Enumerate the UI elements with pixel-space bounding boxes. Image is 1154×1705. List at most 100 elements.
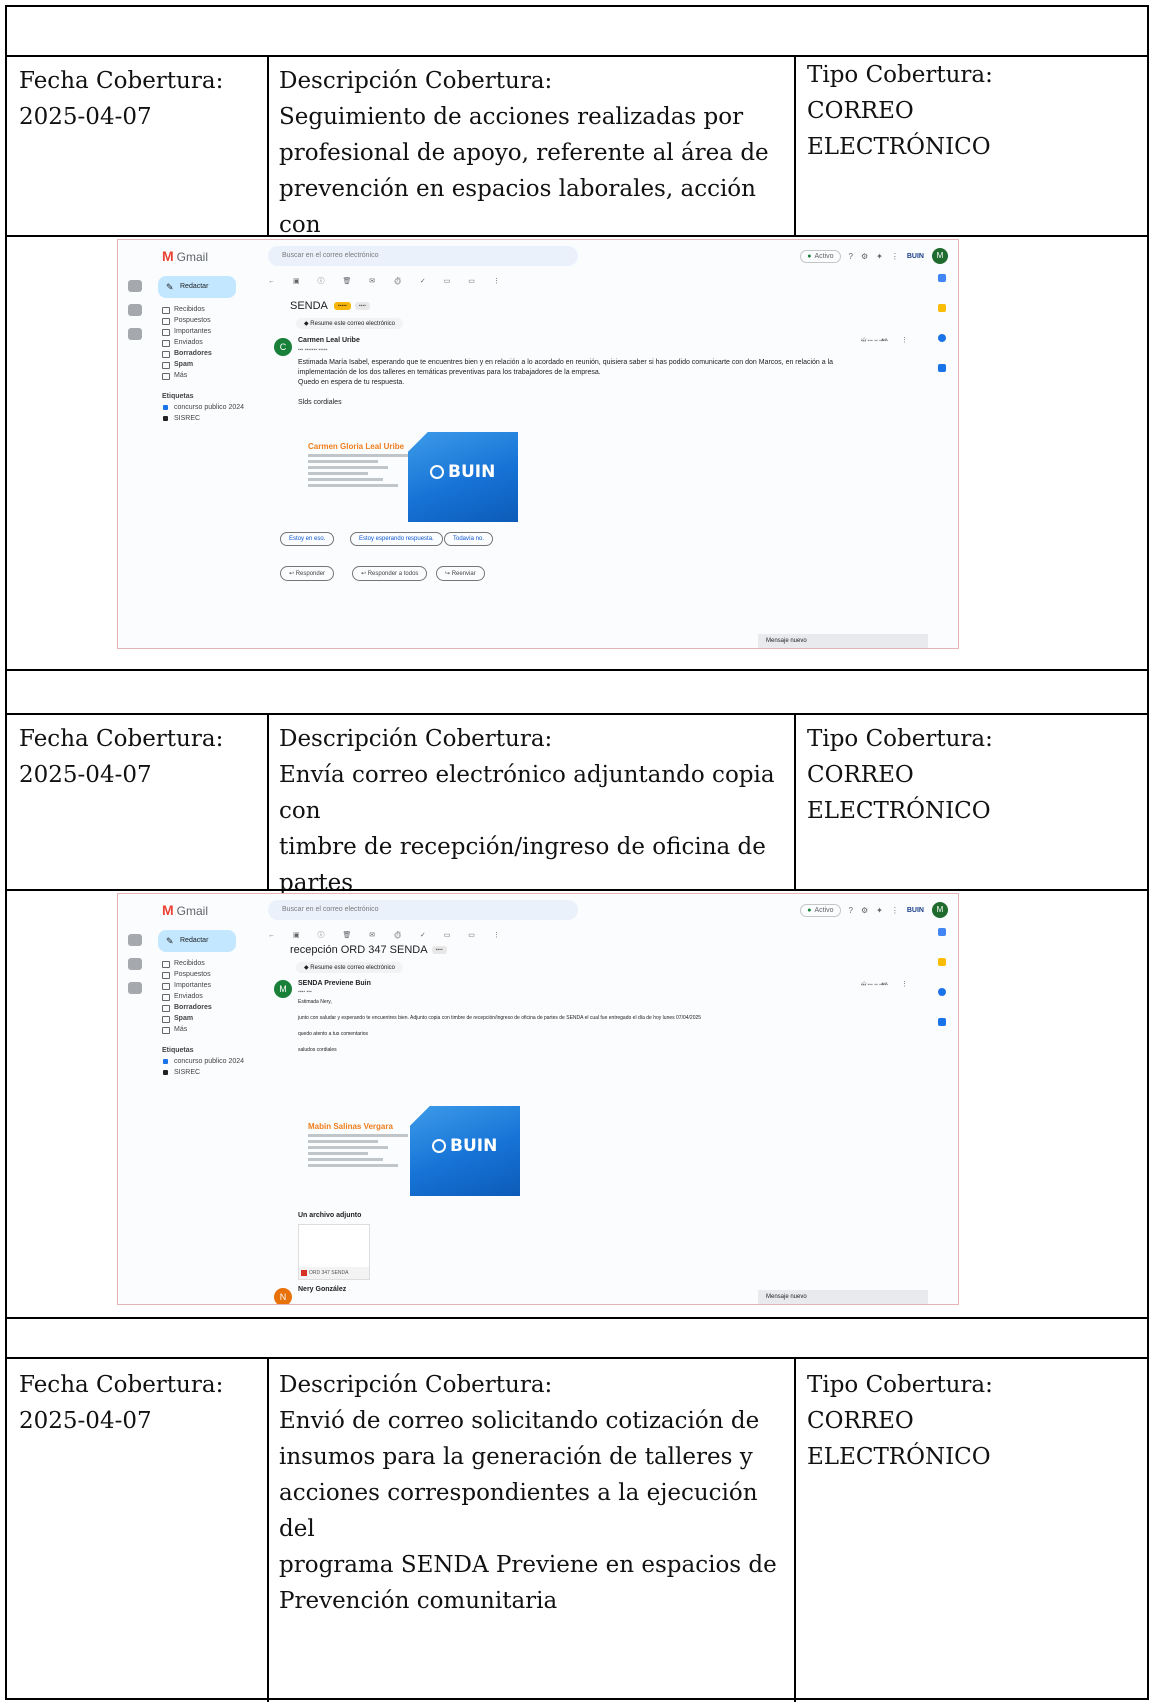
forward-button[interactable]: ↪ Reenviar — [436, 566, 485, 581]
keep-icon[interactable] — [938, 304, 946, 312]
search-input[interactable]: Buscar en el correo electrónico — [268, 246, 578, 266]
label-item[interactable]: concurso publico 2024 — [158, 1056, 268, 1067]
fecha-cell: Fecha Cobertura: 2025-04-07 — [19, 721, 259, 793]
forward-label: Reenviar — [451, 571, 476, 577]
nav-item[interactable]: Más — [158, 1024, 268, 1035]
email-body: Estimada María Isabel, esperando que te … — [298, 359, 834, 406]
label-item[interactable]: SISREC — [158, 1067, 268, 1078]
compose-button[interactable]: Redactar — [158, 930, 236, 952]
sender-name: SENDA Previene Buin — [298, 980, 371, 987]
calendar-icon[interactable] — [938, 274, 946, 282]
apps-icon[interactable]: ⋮ — [891, 252, 899, 261]
tipo-cell: Tipo Cobertura: CORREO ELECTRÓNICO — [807, 57, 1137, 165]
compose-button[interactable]: Redactar — [158, 276, 236, 298]
tasks-icon[interactable] — [938, 988, 946, 996]
attachment-card[interactable]: ORD 347 SENDA — [298, 1224, 370, 1280]
tipo-cell: Tipo Cobertura: CORREO ELECTRÓNICO — [807, 721, 1137, 829]
descripcion-value: Envió de correo solicitando cotización d… — [279, 1408, 777, 1614]
label-item[interactable]: SISREC — [158, 413, 268, 424]
meet-icon — [128, 328, 142, 340]
mail-icon — [128, 934, 142, 946]
status-button[interactable]: Activo — [800, 249, 841, 263]
sender-avatar: C — [274, 338, 292, 356]
status-button[interactable]: Activo — [800, 903, 841, 917]
buin-text: BUIN — [432, 1136, 497, 1156]
summary-button[interactable]: Resume este correo electrónico — [296, 318, 403, 329]
gear-icon[interactable]: ⚙ — [861, 252, 868, 261]
reply-label: Responder — [295, 571, 326, 577]
tipo-label: Tipo Cobertura: — [807, 1372, 993, 1398]
row-divider — [7, 1317, 1147, 1319]
reply-button[interactable]: ↩ Responder — [280, 566, 335, 581]
tasks-icon[interactable] — [938, 334, 946, 342]
nav-item[interactable]: Recibidos — [158, 304, 268, 315]
help-icon[interactable]: ? — [849, 252, 853, 261]
top-right-bar: Activo ? ⚙ ✦ ⋮ BUIN M — [800, 900, 948, 920]
nav-item[interactable]: Importantes — [158, 980, 268, 991]
email-body: Estimada Nery, junto con saludar y esper… — [298, 999, 702, 1053]
nav-item[interactable]: Enviados — [158, 337, 268, 348]
nav-item[interactable]: Pospuestos — [158, 315, 268, 326]
org-logo: BUIN — [906, 906, 924, 914]
gmail-screenshot-2: MGmail Buscar en el correo electrónico A… — [117, 893, 959, 1305]
signature-details — [308, 1134, 408, 1170]
gmail-logo[interactable]: M Gmail — [162, 248, 208, 264]
nav-item[interactable]: Spam — [158, 1013, 268, 1024]
calendar-icon[interactable] — [938, 928, 946, 936]
new-message-bar[interactable]: Mensaje nuevo — [758, 634, 928, 648]
nav-item[interactable]: Importantes — [158, 326, 268, 337]
tipo-value: CORREO ELECTRÓNICO — [807, 98, 991, 160]
row-divider — [7, 235, 1147, 237]
apps-icon[interactable]: ⋮ — [891, 906, 899, 915]
nav-item[interactable]: Pospuestos — [158, 969, 268, 980]
nav-item[interactable]: Spam — [158, 359, 268, 370]
gear-icon[interactable]: ⚙ — [861, 906, 868, 915]
row-divider — [7, 713, 1147, 715]
tag-badge: ▪▪▪▪▪ — [333, 302, 351, 311]
fecha-value: 2025-04-07 — [19, 104, 152, 130]
row-divider — [7, 889, 1147, 891]
fecha-cell: Fecha Cobertura: 2025-04-07 — [19, 1367, 259, 1439]
smart-reply-chip[interactable]: Estoy esperando respuesta. — [350, 532, 443, 546]
help-icon[interactable]: ? — [849, 906, 853, 915]
gmail-nav: Recibidos Pospuestos Importantes Enviado… — [158, 958, 268, 1078]
tipo-value: CORREO ELECTRÓNICO — [807, 762, 991, 824]
nav-item[interactable]: Más — [158, 370, 268, 381]
tipo-cell: Tipo Cobertura: CORREO ELECTRÓNICO — [807, 1367, 1137, 1475]
smart-reply-chip[interactable]: Todavía no. — [444, 532, 494, 546]
gmail-logo[interactable]: M Gmail — [162, 902, 208, 918]
label-item[interactable]: concurso publico 2024 — [158, 402, 268, 413]
gemini-icon[interactable]: ✦ — [876, 906, 883, 915]
sender-name: Nery González — [298, 1286, 347, 1293]
new-message-bar[interactable]: Mensaje nuevo — [758, 1290, 928, 1304]
message-toolbar: ← ▣ ⓘ 🗑 ✉ ⏱ ✓ ▭ ▭ ⋮ — [268, 932, 508, 939]
gmail-screenshot-1: MGmail Buscar en el correo electrónico A… — [117, 239, 959, 649]
message-actions[interactable]: ☆ ↩ ⋮ — [861, 336, 914, 344]
nav-item[interactable]: Borradores — [158, 1002, 268, 1013]
column-divider — [267, 55, 269, 235]
smart-reply-chip[interactable]: Estoy en eso. — [280, 532, 335, 546]
keep-icon[interactable] — [938, 958, 946, 966]
account-avatar[interactable]: M — [932, 248, 948, 264]
search-input[interactable]: Buscar en el correo electrónico — [268, 900, 578, 920]
mail-icon — [128, 280, 142, 292]
subject-text: recepción ORD 347 SENDA — [290, 944, 428, 956]
nav-item[interactable]: Enviados — [158, 991, 268, 1002]
account-avatar[interactable]: M — [932, 902, 948, 918]
message-actions[interactable]: ☆ ↩ ⋮ — [861, 980, 914, 988]
fecha-label: Fecha Cobertura: — [19, 726, 224, 752]
signature-name: Carmen Gloria Leal Uribe — [308, 442, 405, 451]
column-divider — [794, 1357, 796, 1702]
nav-item[interactable]: Borradores — [158, 348, 268, 359]
reply-all-button[interactable]: ↩ Responder a todos — [352, 566, 428, 581]
gemini-icon[interactable]: ✦ — [876, 252, 883, 261]
tipo-label: Tipo Cobertura: — [807, 726, 993, 752]
contacts-icon[interactable] — [938, 1018, 946, 1026]
buin-logo: BUIN — [408, 432, 518, 522]
summary-button[interactable]: Resume este correo electrónico — [296, 962, 403, 973]
buin-text: BUIN — [430, 462, 495, 482]
contacts-icon[interactable] — [938, 364, 946, 372]
nav-item[interactable]: Recibidos — [158, 958, 268, 969]
labels-heading: Etiquetas — [162, 393, 194, 400]
fecha-cell: Fecha Cobertura: 2025-04-07 — [19, 63, 259, 135]
